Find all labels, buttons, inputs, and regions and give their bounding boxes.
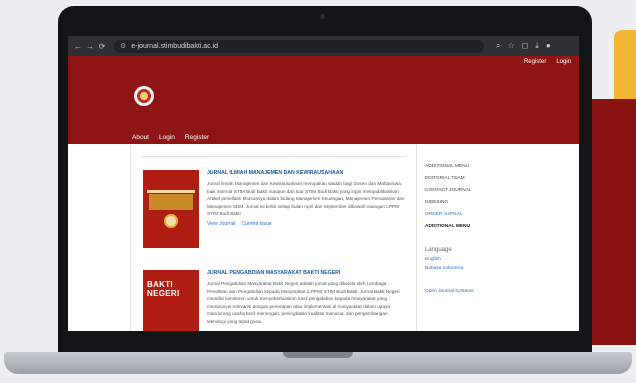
- open-journal-systems-link[interactable]: Open Journal Systems: [425, 289, 565, 294]
- tune-icon[interactable]: ⚙: [120, 42, 126, 50]
- journal-info: JURNAL PENGABDIAN MASYARAKAT BAKTI NEGER…: [207, 270, 407, 325]
- language-heading: Language: [425, 247, 452, 253]
- journal-cover[interactable]: BAKTI NEGERI: [143, 270, 199, 331]
- site-logo[interactable]: [134, 86, 154, 106]
- cover-title: BAKTI NEGERI: [147, 280, 180, 298]
- journal-description: Jurnal Pengabdian Masyarakat Bakti Neger…: [207, 281, 400, 324]
- background-accent-red: [585, 99, 636, 345]
- extensions-icon[interactable]: ◻: [522, 41, 529, 51]
- nav-about[interactable]: About: [132, 134, 149, 141]
- download-icon[interactable]: ⤓: [535, 41, 539, 51]
- journal-title[interactable]: JURNAL PENGABDIAN MASYARAKAT BAKTI NEGER…: [207, 270, 407, 276]
- webcam-icon: [320, 14, 325, 19]
- journal-title[interactable]: JURNAL ILMIAH MANAJEMEN DAN KEWIRAUSAHAA…: [207, 170, 407, 176]
- user-links: Register Login: [524, 59, 571, 65]
- search-icon[interactable]: ⌕: [496, 41, 500, 51]
- bookmark-star-icon[interactable]: ☆: [507, 41, 514, 51]
- sidebar-item-contact-journal[interactable]: CONTACT JOURNAL: [425, 188, 565, 193]
- page-content: JURNAL ILMIAH MANAJEMEN DAN KEWIRAUSAHAA…: [68, 144, 579, 331]
- sidebar: ADDITIONAL MENU EDITORIAL TEAM CONTACT J…: [425, 164, 565, 294]
- language-bahasa-indonesia[interactable]: Bahasa Indonesia: [425, 266, 565, 271]
- journal-links: View Journal Current Issue: [207, 221, 407, 227]
- journal-cover[interactable]: [143, 170, 199, 248]
- back-arrow-icon[interactable]: ←: [72, 42, 84, 51]
- divider: [141, 156, 406, 157]
- cover-band: [149, 194, 193, 210]
- view-journal-link[interactable]: View Journal: [207, 221, 236, 227]
- address-bar[interactable]: ⚙ e-journal.stimbudibakti.ac.id: [114, 39, 484, 53]
- login-link[interactable]: Login: [556, 59, 571, 65]
- journal-list: JURNAL ILMIAH MANAJEMEN DAN KEWIRAUSAHAA…: [130, 144, 417, 331]
- journal-info: JURNAL ILMIAH MANAJEMEN DAN KEWIRAUSAHAA…: [207, 170, 407, 227]
- address-bar-url: e-journal.stimbudibakti.ac.id: [131, 42, 219, 50]
- main-navigation: About Login Register: [132, 134, 209, 141]
- sidebar-item-editorial-team[interactable]: EDITORIAL TEAM: [425, 176, 565, 181]
- journal-description: Jurnal Ilmiah Manajemen dan Kewirausahaa…: [207, 181, 405, 216]
- laptop-notch: [283, 352, 353, 358]
- current-issue-link[interactable]: Current Issue: [242, 221, 272, 227]
- sidebar-item-additional-menu[interactable]: ADDITIONAL MENU: [425, 164, 565, 169]
- forward-arrow-icon[interactable]: →: [84, 42, 96, 51]
- browser-toolbar: ← → ⟳ ⚙ e-journal.stimbudibakti.ac.id ⌕ …: [68, 36, 579, 56]
- site-header: Register Login About Login Register: [68, 56, 579, 144]
- register-link[interactable]: Register: [524, 59, 546, 65]
- nav-register[interactable]: Register: [185, 134, 209, 141]
- reload-icon[interactable]: ⟳: [96, 42, 108, 51]
- sidebar-item-indexing[interactable]: INDEXING: [425, 200, 565, 205]
- sidebar-item-order-jurnal[interactable]: ORDER JURNAL: [425, 212, 565, 217]
- cover-subtitle-bar: [147, 190, 195, 193]
- sidebar-item-additional-menu-2[interactable]: ADDITIONAL MENU: [425, 224, 565, 229]
- browser-actions: ⌕ ☆ ◻ ⤓ ●: [496, 41, 551, 51]
- laptop-screen: ← → ⟳ ⚙ e-journal.stimbudibakti.ac.id ⌕ …: [68, 36, 579, 331]
- profile-avatar-icon[interactable]: ●: [546, 41, 551, 51]
- language-english[interactable]: English: [425, 257, 565, 262]
- cover-emblem: [164, 214, 178, 228]
- nav-login[interactable]: Login: [159, 134, 175, 141]
